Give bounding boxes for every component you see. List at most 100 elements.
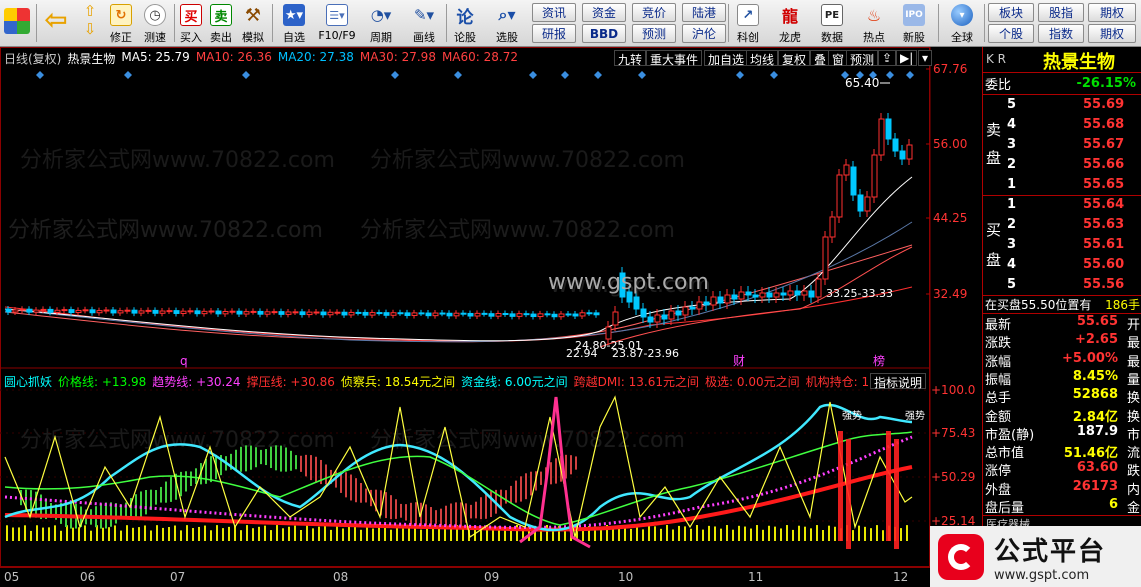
month-label: 11: [748, 570, 764, 584]
sell-button[interactable]: 卖 卖出: [206, 2, 236, 45]
sector-button[interactable]: 板块: [988, 3, 1034, 22]
sell-price: 55.69: [1083, 97, 1125, 112]
discuss-button[interactable]: 论 论股: [448, 2, 482, 45]
trend-bar: [315, 456, 317, 483]
nine-turn-button[interactable]: 九转: [614, 50, 647, 67]
indicator-explain-button[interactable]: 指标说明: [870, 373, 927, 390]
volume-bar: [60, 530, 62, 541]
up-arrow-icon[interactable]: ⇧: [84, 2, 97, 20]
volume-bar: [858, 525, 860, 541]
f10-button[interactable]: ☰▾ F10/F9: [314, 2, 360, 45]
volume-bar: [798, 525, 800, 541]
level-annotation: 23.87-23.96: [612, 347, 679, 360]
volume-bar: [300, 529, 302, 541]
scroll-buttons[interactable]: ⇧ ⇩: [78, 2, 102, 45]
news-button[interactable]: 资讯: [532, 3, 576, 22]
volume-bar: [168, 527, 170, 541]
trend-bar: [235, 449, 237, 472]
candle-body: [264, 311, 271, 315]
shanghai-london-button[interactable]: 沪伦: [682, 24, 726, 43]
futures-button[interactable]: 期权: [1088, 3, 1136, 22]
hk-connect-button[interactable]: 陆港: [682, 3, 726, 22]
stock-picker-button[interactable]: ⌕▾ 选股: [486, 2, 528, 45]
candle-body: [878, 118, 885, 156]
stat-value: 63.60: [1076, 460, 1118, 476]
stat-key: 金额: [985, 409, 1012, 425]
hotspot-button[interactable]: ♨ 热点: [856, 2, 892, 45]
auction-button[interactable]: 竞价: [632, 3, 676, 22]
trend-bar: [265, 449, 267, 466]
dragon-tiger-button[interactable]: 龍 龙虎: [772, 2, 808, 45]
major-events-button[interactable]: 重大事件: [646, 50, 703, 67]
candle-body: [439, 312, 446, 315]
stat-tail: 开: [1126, 318, 1140, 333]
candle-body: [675, 310, 682, 316]
trend-line-label: 趋势线: +30.24: [152, 375, 241, 389]
research-button[interactable]: 研报: [532, 24, 576, 43]
stat-tail: 量: [1126, 372, 1140, 388]
high-price-annotation: 65.40: [845, 76, 879, 90]
stock-index-button[interactable]: 股指: [1038, 3, 1084, 22]
down-arrow-icon[interactable]: ⇩: [84, 20, 97, 38]
stat-value: 187.9: [1076, 423, 1118, 439]
window-button[interactable]: 窗: [828, 50, 849, 67]
month-label: 06: [80, 570, 96, 584]
bbd-button[interactable]: BBD: [582, 24, 626, 43]
indicator-name[interactable]: 圆心抓妖: [4, 373, 52, 390]
trend-bar: [360, 482, 362, 503]
volume-bar: [870, 528, 872, 541]
volume-bar: [450, 529, 452, 541]
data-button[interactable]: PE 数据: [814, 2, 850, 45]
overlay-button[interactable]: 叠: [810, 50, 831, 67]
back-button[interactable]: ⇦: [40, 2, 72, 45]
simulate-button[interactable]: ⚒ 模拟: [238, 2, 268, 45]
ma-toggle-button[interactable]: 均线: [746, 50, 779, 67]
predict-button[interactable]: 预测: [846, 50, 879, 67]
draw-line-button[interactable]: ✎▾ 画线: [404, 2, 444, 45]
star-market-button[interactable]: ↗ 科创: [730, 2, 766, 45]
speed-test-button[interactable]: ◷ 测速: [138, 2, 172, 45]
candle-body: [661, 314, 668, 320]
trend-bar: [515, 480, 517, 503]
buy-button[interactable]: 买 买入: [176, 2, 206, 45]
adjust-button[interactable]: 复权: [778, 50, 811, 67]
forecast-button[interactable]: 预测: [632, 24, 676, 43]
upload-icon[interactable]: ⇪: [878, 50, 897, 66]
chart-frame: [0, 47, 930, 567]
refresh-button[interactable]: ↻ 修正: [104, 2, 138, 45]
stat-row: 盘后量 6 金: [985, 497, 1140, 516]
chart-canvas[interactable]: 67.7656.0044.2532.49+100.0+75.43+50.29+2…: [0, 47, 982, 567]
candle-body: [773, 292, 780, 298]
ipo-button[interactable]: IPO 新股: [896, 2, 932, 45]
options-button[interactable]: 期权: [1088, 24, 1136, 43]
chart-area[interactable]: 67.76 56.00 44.25 32.49 +100.0 +75.43 +50.29 +2…: [0, 47, 982, 567]
panel-toggle-icon[interactable]: ▶|: [896, 50, 918, 66]
global-button[interactable]: ▾ 全球: [942, 2, 982, 45]
index-button[interactable]: 指数: [1038, 24, 1084, 43]
trend-bar: [240, 446, 242, 472]
candle-body: [131, 309, 138, 314]
candle-body: [89, 309, 96, 314]
event-diamond: [561, 71, 569, 79]
candle-body: [159, 310, 166, 314]
volume-bar: [96, 525, 98, 541]
candle-body: [215, 310, 222, 315]
ma60-label: MA60: 28.72: [441, 50, 518, 64]
volume-bar: [312, 528, 314, 541]
volume-bar: [330, 529, 332, 541]
trend-bar: [540, 471, 542, 485]
add-watchlist-button[interactable]: 加自选: [704, 50, 749, 67]
event-diamond: [594, 71, 602, 79]
volume-bar: [822, 529, 824, 541]
individual-stock-button[interactable]: 个股: [988, 24, 1034, 43]
event-diamond: [736, 71, 744, 79]
candle-body: [341, 311, 348, 316]
volume-bar: [864, 526, 866, 541]
dropdown-icon[interactable]: ▾: [918, 50, 933, 66]
watchlist-button[interactable]: ★▾ 自选: [274, 2, 314, 45]
volume-bar: [648, 525, 650, 541]
volume-bar: [270, 530, 272, 541]
candle-body: [194, 310, 201, 315]
period-button[interactable]: ◔▾ 周期: [360, 2, 402, 45]
capital-button[interactable]: 资金: [582, 3, 626, 22]
